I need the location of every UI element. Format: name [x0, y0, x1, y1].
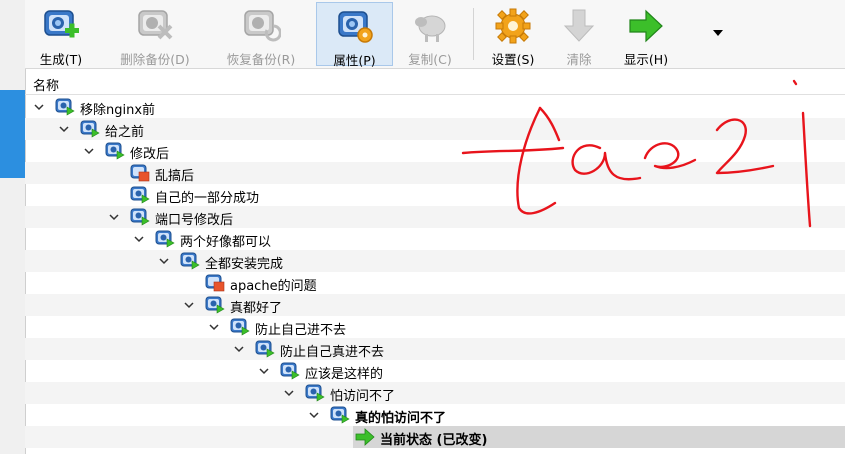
snapshot-vm-icon: [255, 340, 275, 358]
snapshot-tree-row[interactable]: 移除nginx前: [25, 96, 845, 118]
restore-snapshot-button[interactable]: 恢复备份(R): [211, 2, 311, 67]
snapshot-label: 真都好了: [230, 301, 283, 316]
snapshot-vm-icon: [230, 318, 250, 336]
delete-snapshot-button[interactable]: 删除备份(D): [105, 2, 205, 67]
show-button[interactable]: 显示(H): [613, 2, 679, 67]
snapshot-vm-icon: [330, 406, 350, 424]
settings-button[interactable]: 设置(S): [481, 2, 545, 67]
snapshot-vm-icon: [80, 120, 100, 138]
snapshot-label: 全都安装完成: [205, 257, 284, 272]
expand-chevron-down-icon[interactable]: [158, 255, 170, 267]
snapshot-label: apache的问题: [230, 279, 317, 294]
column-header[interactable]: 名称: [25, 70, 845, 95]
snapshot-restore-icon: [244, 10, 281, 42]
gear-icon: [495, 8, 531, 44]
discard-label: 清除: [566, 52, 592, 67]
snapshot-take-icon: [44, 10, 79, 38]
delete-snapshot-label: 删除备份(D): [120, 52, 190, 67]
snapshot-tree-row[interactable]: 应该是这样的: [25, 360, 845, 382]
expand-chevron-down-icon[interactable]: [233, 343, 245, 355]
snapshot-label: 乱搞后: [155, 169, 195, 184]
snapshot-tree-row[interactable]: 怕访问不了: [25, 382, 845, 404]
expand-chevron-down-icon[interactable]: [83, 145, 95, 157]
expand-chevron-down-icon[interactable]: [33, 101, 45, 113]
expand-chevron-down-icon[interactable]: [133, 233, 145, 245]
snapshot-vm-icon: [130, 208, 150, 226]
settings-label: 设置(S): [491, 52, 535, 67]
snapshot-tree-row[interactable]: 乱搞后: [25, 162, 845, 184]
snapshot-vm-icon: [105, 142, 125, 160]
snapshot-label: 应该是这样的: [305, 367, 384, 382]
snapshot-error-icon: [130, 164, 150, 182]
restore-snapshot-label: 恢复备份(R): [226, 52, 296, 67]
snapshot-label: 移除nginx前: [80, 103, 156, 118]
expand-chevron-down-icon[interactable]: [58, 123, 70, 135]
snapshot-label: 防止自己真进不去: [280, 345, 385, 360]
snapshot-tree-row[interactable]: 修改后: [25, 140, 845, 162]
snapshot-tree-row[interactable]: 全都安装完成: [25, 250, 845, 272]
snapshot-tree-row[interactable]: 真都好了: [25, 294, 845, 316]
snapshot-label: 修改后: [130, 147, 170, 162]
snapshot-properties-icon: [337, 11, 373, 43]
expand-chevron-down-icon[interactable]: [258, 365, 270, 377]
clone-button[interactable]: 复制(C): [399, 2, 461, 67]
snapshot-vm-icon: [155, 230, 175, 248]
snapshot-label: 防止自己进不去: [255, 323, 347, 338]
toolbar-separator: [473, 8, 474, 60]
current-state-arrow-icon: [355, 428, 375, 446]
snapshot-vm-icon: [180, 252, 200, 270]
snapshot-tree-row[interactable]: 自己的一部分成功: [25, 184, 845, 206]
snapshot-label: 真的怕访问不了: [355, 411, 447, 426]
snapshot-label: 端口号修改后: [155, 213, 234, 228]
properties-button[interactable]: 属性(P): [316, 2, 393, 68]
snapshot-tree-row[interactable]: 给之前: [25, 118, 845, 140]
show-arrow-right-icon: [629, 9, 663, 43]
snapshot-vm-icon: [280, 362, 300, 380]
snapshot-vm-icon: [205, 296, 225, 314]
snapshot-label: 自己的一部分成功: [155, 191, 260, 206]
discard-arrow-down-icon: [563, 9, 595, 42]
expand-chevron-down-icon[interactable]: [308, 409, 320, 421]
take-snapshot-button[interactable]: 生成(T): [25, 2, 97, 67]
left-sidebar-strip: [0, 0, 26, 454]
expand-chevron-down-icon[interactable]: [208, 321, 220, 333]
snapshot-error-icon: [205, 274, 225, 292]
snapshot-toolbar: 生成(T) 删除备份(D) 恢复备份(R) 属性(P) 复制(C) 设置(S) …: [25, 0, 845, 69]
more-options-chevron-down-icon[interactable]: [713, 30, 723, 36]
snapshot-tree-row[interactable]: 真的怕访问不了: [25, 404, 845, 426]
snapshot-vm-icon: [55, 98, 75, 116]
expand-chevron-down-icon[interactable]: [183, 299, 195, 311]
properties-label: 属性(P): [333, 53, 376, 68]
snapshot-tree-row[interactable]: 防止自己真进不去: [25, 338, 845, 360]
expand-chevron-down-icon[interactable]: [108, 211, 120, 223]
snapshot-delete-icon: [138, 10, 173, 40]
snapshot-vm-icon: [305, 384, 325, 402]
column-header-name: 名称: [33, 79, 60, 94]
clone-label: 复制(C): [408, 52, 452, 67]
expand-chevron-down-icon[interactable]: [283, 387, 295, 399]
snapshot-tree-row[interactable]: 两个好像都可以: [25, 228, 845, 250]
show-label: 显示(H): [623, 52, 669, 67]
current-state-row[interactable]: 当前状态 (已改变): [25, 426, 845, 448]
snapshot-label: 给之前: [105, 125, 145, 140]
sidebar-selection-marker: [0, 90, 25, 178]
snapshot-tree-row[interactable]: 端口号修改后: [25, 206, 845, 228]
snapshot-tree-row[interactable]: apache的问题: [25, 272, 845, 294]
snapshot-tree-row[interactable]: 防止自己进不去: [25, 316, 845, 338]
take-snapshot-label: 生成(T): [39, 52, 83, 67]
sheep-clone-icon: [415, 15, 446, 42]
snapshot-label: 当前状态 (已改变): [380, 433, 488, 448]
snapshot-label: 怕访问不了: [330, 389, 396, 404]
snapshot-label: 两个好像都可以: [180, 235, 272, 250]
discard-button[interactable]: 清除: [550, 2, 608, 67]
snapshot-vm-icon: [130, 186, 150, 204]
